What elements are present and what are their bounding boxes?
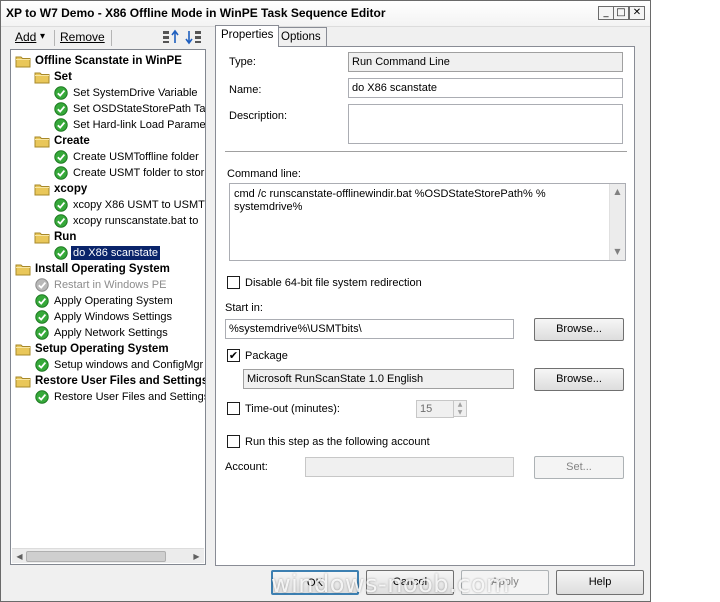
toolbar-separator [111, 30, 112, 46]
task-sequence-tree[interactable]: Offline Scanstate in WinPE Set Set SystemD… [10, 49, 206, 565]
disable-64bit-label: Disable 64-bit file system redirection [245, 277, 422, 289]
command-line-label: Command line: [227, 168, 301, 180]
add-dropdown-icon[interactable]: ▾ [40, 31, 45, 42]
package-label: Package [245, 350, 288, 362]
tree-item-label: Restore User Files and Settings [54, 391, 206, 403]
timeout-label: Time-out (minutes): [245, 403, 340, 415]
left-pane: Add ▾ Remove Offline Scanstate in WinPE S… [10, 27, 206, 565]
timeout-spinner[interactable]: ▲ ▼ [453, 400, 467, 417]
account-label: Account: [225, 461, 268, 473]
tree-item-label: Create USMT folder to stor [73, 167, 205, 179]
properties-panel: Type: Run Command Line Name: do X86 scan… [215, 46, 635, 566]
remove-button[interactable]: Remove [60, 30, 105, 44]
timeout-input[interactable]: 15 [416, 400, 454, 418]
tree-item-label: Install Operating System [35, 263, 170, 275]
tree-item-label: Create [54, 135, 90, 147]
type-label: Type: [229, 56, 256, 68]
title-bar[interactable]: XP to W7 Demo - X86 Offline Mode in WinP… [1, 1, 650, 27]
vertical-scrollbar[interactable]: ▲ ▼ [609, 184, 625, 260]
tree-item-label: xcopy [54, 183, 88, 195]
name-input[interactable]: do X86 scanstate [348, 78, 623, 98]
tree-item-label: Set [54, 71, 72, 83]
tree-item-label: Set SystemDrive Variable [73, 87, 198, 99]
browse-start-in-button[interactable]: Browse... [534, 318, 624, 341]
tree-item-label: Run [54, 231, 77, 243]
horizontal-scrollbar[interactable]: ◀ ▶ [12, 548, 204, 563]
folder-icon [34, 133, 50, 152]
tree-item-label: Restart in Windows PE [54, 279, 167, 291]
watermark: windows-noob.com [271, 570, 510, 598]
tree-item-label: Create USMToffline folder [73, 151, 199, 163]
tree-item-label: Setup Operating System [35, 343, 169, 355]
folder-icon [15, 53, 31, 72]
minimize-button[interactable]: _ [598, 6, 614, 20]
run-as-account-checkbox[interactable] [227, 435, 240, 448]
package-value: Microsoft RunScanState 1.0 English [243, 369, 514, 389]
description-label: Description: [229, 110, 288, 122]
add-menu-button[interactable]: Add [15, 30, 36, 44]
folder-icon [34, 69, 50, 88]
scroll-left-icon[interactable]: ◀ [13, 550, 26, 563]
tab-options[interactable]: Options [275, 27, 327, 47]
scrollbar-thumb[interactable] [26, 551, 166, 562]
maximize-button[interactable]: □ [613, 6, 629, 20]
tree-item-label: Apply Operating System [54, 295, 173, 307]
tree-item-label: xcopy runscanstate.bat to [73, 215, 199, 227]
tree-item-label: Set Hard-link Load Paramet [73, 119, 206, 131]
browse-package-button[interactable]: Browse... [534, 368, 624, 391]
timeout-checkbox[interactable] [227, 402, 240, 415]
folder-icon [15, 373, 31, 392]
tree-item-label: do X86 scanstate [71, 246, 161, 260]
description-input[interactable] [348, 104, 623, 144]
tree-item-label: xcopy X86 USMT to USMTb [73, 199, 206, 211]
tree-item-label: Apply Windows Settings [54, 311, 172, 323]
close-button[interactable]: ✕ [629, 6, 645, 20]
tree-item-label: Apply Network Settings [54, 327, 168, 339]
toolbar-separator [54, 30, 55, 46]
folder-icon [15, 341, 31, 360]
scroll-right-icon[interactable]: ▶ [190, 550, 203, 563]
move-down-icon[interactable] [184, 29, 202, 45]
folder-icon [34, 181, 50, 200]
tree-item-label: Setup windows and ConfigMgr [54, 359, 204, 371]
checkmark-icon: ✔ [228, 349, 239, 362]
move-up-icon[interactable] [162, 29, 180, 45]
spin-up-icon[interactable]: ▲ [454, 401, 466, 409]
name-label: Name: [229, 84, 262, 96]
command-line-text[interactable]: cmd /c runscanstate-offlinewindir.bat %O… [234, 188, 604, 214]
package-checkbox[interactable]: ✔ [227, 349, 240, 362]
type-value: Run Command Line [348, 52, 623, 72]
set-account-button[interactable]: Set... [534, 456, 624, 479]
scroll-up-icon[interactable]: ▲ [611, 185, 624, 198]
spin-down-icon[interactable]: ▼ [454, 409, 466, 417]
run-as-account-label: Run this step as the following account [245, 436, 430, 448]
command-line-input[interactable]: cmd /c runscanstate-offlinewindir.bat %O… [229, 183, 626, 261]
start-in-label: Start in: [225, 302, 263, 314]
help-button[interactable]: Help [556, 570, 644, 595]
disable-64bit-checkbox[interactable] [227, 276, 240, 289]
account-input[interactable] [305, 457, 514, 477]
add-label: Add [15, 30, 37, 44]
folder-icon [34, 229, 50, 248]
tab-properties[interactable]: Properties [215, 25, 280, 47]
tree-item-label: Restore User Files and Settings [35, 375, 206, 387]
scroll-down-icon[interactable]: ▼ [611, 245, 624, 258]
folder-icon [15, 261, 31, 280]
check-icon [34, 389, 50, 408]
task-sequence-editor-window: XP to W7 Demo - X86 Offline Mode in WinP… [0, 0, 651, 602]
tree-item-label: Offline Scanstate in WinPE [35, 55, 182, 67]
tree-item-label: Set OSDStateStorePath Ta [73, 103, 206, 115]
section-divider [225, 151, 627, 153]
start-in-input[interactable]: %systemdrive%\USMTbits\ [225, 319, 514, 339]
window-title: XP to W7 Demo - X86 Offline Mode in WinP… [6, 6, 386, 20]
tree-toolbar: Add ▾ Remove [10, 27, 206, 49]
